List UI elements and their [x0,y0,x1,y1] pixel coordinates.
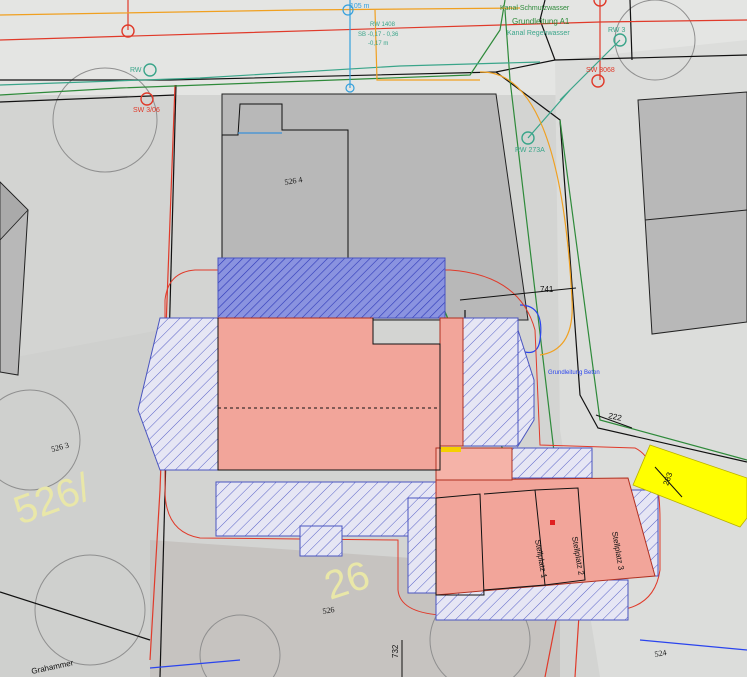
label-105m: 105 m [350,3,370,10]
neighbor-building-east [637,91,747,335]
yellow-marker [441,447,461,452]
label-sw-right: SW 3068 [586,67,615,74]
label-sb2: -0,17 m [368,41,388,47]
dim-732: 732 [391,644,400,658]
site-plan-map: 526/ 26 526 4 526 3 526 524 SW 3/06 SW 3… [0,0,747,677]
label-grundleitung-a1: Grundleitung A1 [512,17,570,26]
label-kanal-regen: Kanal Regenwasser [507,30,570,37]
label-sb: SB -0,17 - 0,36 [358,32,399,38]
label-grundleitung-beton: Grundleitung Beton [548,370,600,376]
label-sw-left: SW 3/06 [133,107,160,114]
label-rw1408: RW 1408 [370,22,396,28]
point-marker [550,520,555,525]
label-rw-top-left: RW [130,67,142,74]
dim-741: 741 [540,285,554,294]
label-rw-right-top: RW 3 [608,27,625,34]
label-kanal-header: Kanal Schmutzwasser [500,5,570,12]
label-rw-273a: RW 273A [515,147,545,154]
